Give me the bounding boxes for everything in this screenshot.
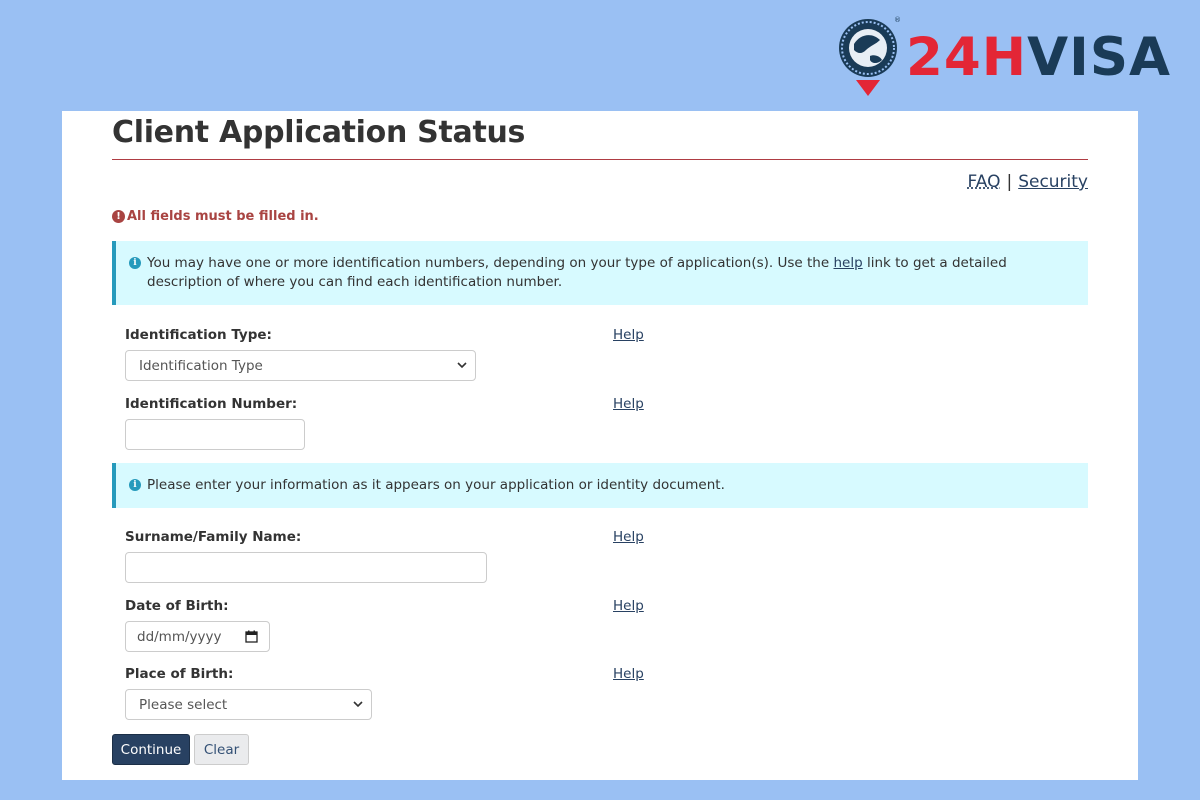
chevron-down-icon	[353, 701, 363, 708]
date-placeholder: dd/mm/yyyy	[137, 628, 222, 645]
info-text: Please enter your information as it appe…	[147, 477, 725, 493]
place-of-birth-help-link[interactable]: Help	[613, 666, 644, 682]
info-circle-icon: i	[129, 479, 141, 491]
date-of-birth-label: Date of Birth:	[125, 598, 229, 614]
place-of-birth-select[interactable]: Please select	[125, 689, 372, 720]
exclamation-circle-icon: !	[112, 210, 125, 223]
identification-type-help-link[interactable]: Help	[613, 327, 644, 343]
identification-type-label: Identification Type:	[125, 327, 272, 343]
content-panel: Client Application Status FAQ | Security !…	[62, 111, 1138, 780]
error-message: ! All fields must be filled in.	[112, 209, 319, 224]
info-circle-icon: i	[129, 257, 141, 269]
surname-help-link[interactable]: Help	[613, 529, 644, 545]
continue-button[interactable]: Continue	[112, 734, 190, 765]
date-of-birth-help-link[interactable]: Help	[613, 598, 644, 614]
logo-prefix: 24H	[906, 27, 1028, 88]
logo-suffix: VISA	[1027, 27, 1172, 88]
surname-input[interactable]	[125, 552, 487, 583]
info-text: You may have one or more identification …	[147, 255, 1007, 290]
chevron-down-icon	[457, 362, 467, 369]
faq-link[interactable]: FAQ	[968, 172, 1001, 192]
date-of-birth-input[interactable]: dd/mm/yyyy	[125, 621, 270, 652]
error-text: All fields must be filled in.	[127, 209, 319, 224]
globe-pin-icon: ®	[839, 16, 901, 96]
top-links: FAQ | Security	[968, 172, 1088, 192]
surname-label: Surname/Family Name:	[125, 529, 302, 545]
registered-mark: ®	[894, 16, 901, 24]
identification-number-input[interactable]	[125, 419, 305, 450]
identification-type-select[interactable]: Identification Type	[125, 350, 476, 381]
place-of-birth-selected: Please select	[139, 696, 228, 713]
page-title: Client Application Status	[112, 115, 526, 150]
help-inline-link[interactable]: help	[833, 255, 862, 271]
security-link[interactable]: Security	[1018, 172, 1088, 192]
brand-logo: ® 24HVISA	[836, 14, 1181, 98]
link-separator: |	[1006, 172, 1013, 192]
identification-type-selected: Identification Type	[139, 357, 263, 374]
calendar-icon[interactable]	[245, 630, 258, 643]
title-divider	[112, 159, 1088, 160]
info-alert-identification: i You may have one or more identificatio…	[112, 241, 1088, 305]
identification-number-help-link[interactable]: Help	[613, 396, 644, 412]
logo-wordmark: 24HVISA	[906, 28, 1171, 88]
clear-button[interactable]: Clear	[194, 734, 249, 765]
identification-number-label: Identification Number:	[125, 396, 298, 412]
place-of-birth-label: Place of Birth:	[125, 666, 234, 682]
info-alert-personal: i Please enter your information as it ap…	[112, 463, 1088, 508]
